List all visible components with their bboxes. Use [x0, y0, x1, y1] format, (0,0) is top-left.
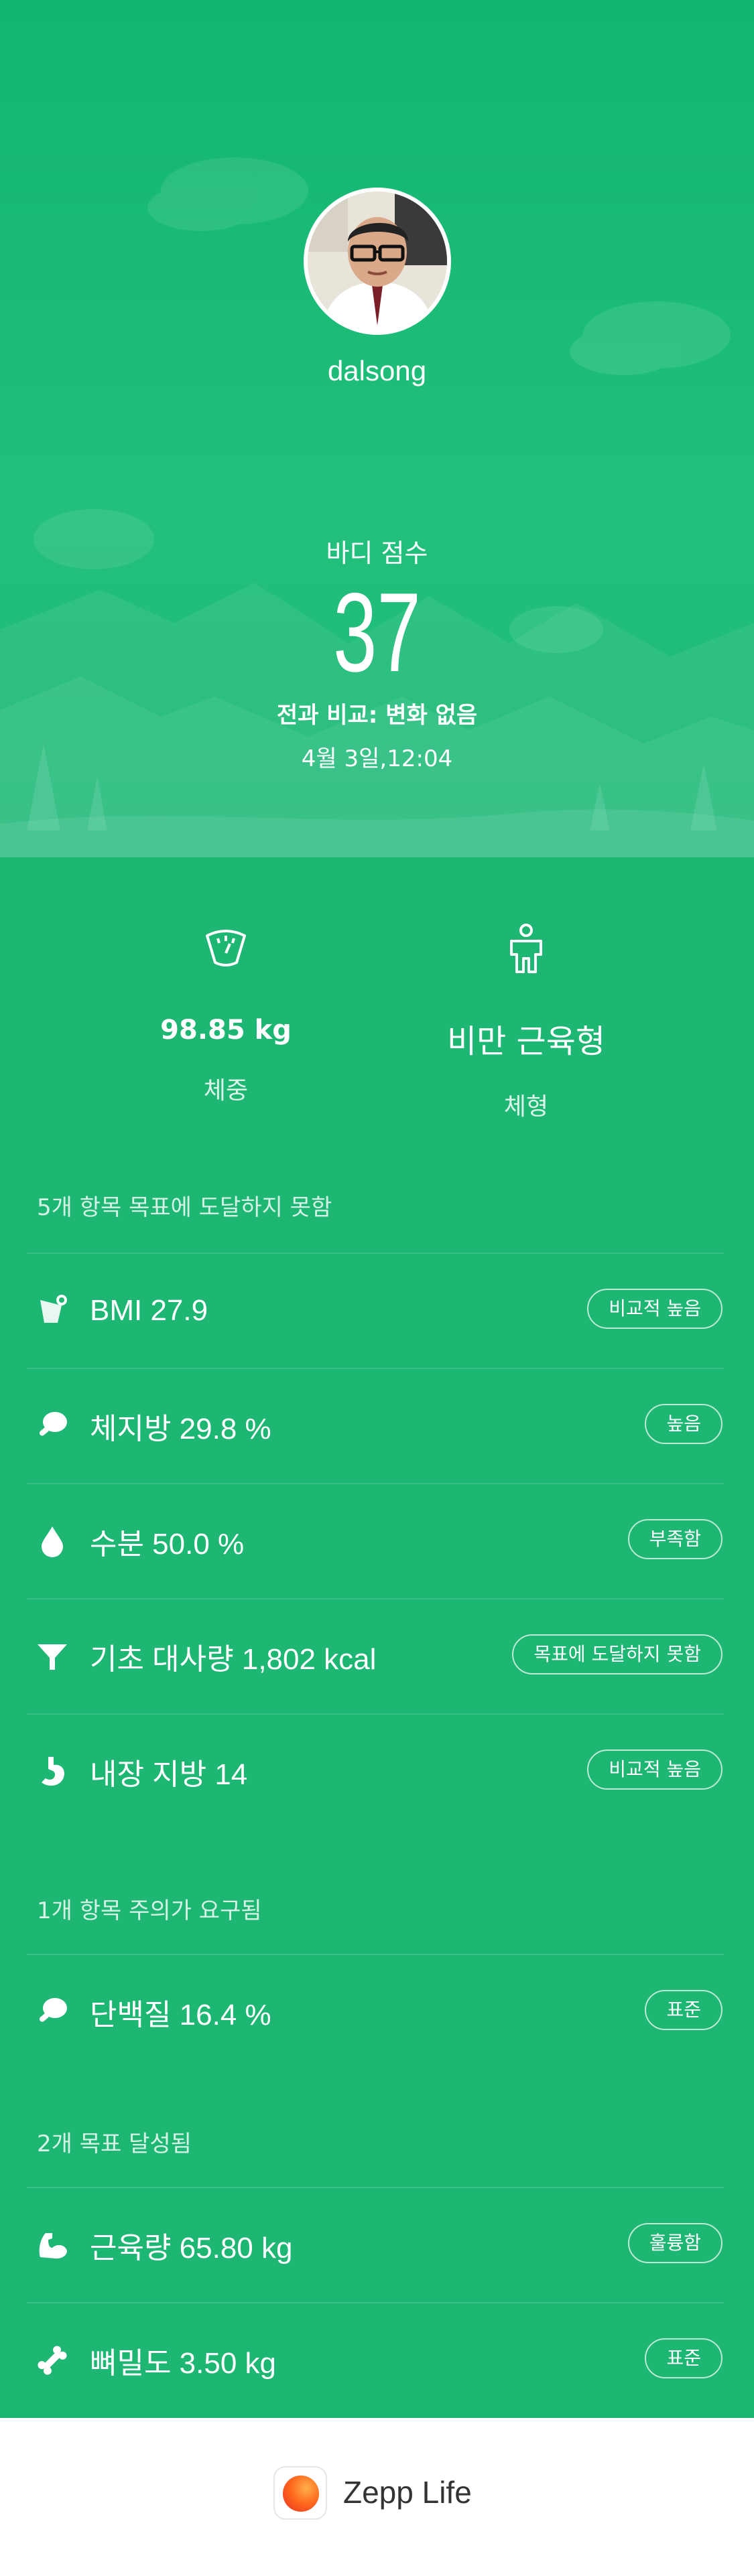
metric-row-bone[interactable]: 뼈밀도 3.50 kg 표준 — [27, 2302, 724, 2417]
achieved-section-title: 2개 목표 달성됨 — [37, 2131, 192, 2157]
metric-row-muscle[interactable]: 근육량 65.80 kg 훌륭함 — [27, 2187, 724, 2302]
body-figure-icon — [510, 924, 542, 973]
weight-caption: 체중 — [203, 1077, 249, 1104]
metric-label: BMI 27.9 — [90, 1294, 208, 1327]
body-score-value: 37 — [333, 569, 421, 695]
metric-label: 기초 대사량 1,802 kcal — [90, 1643, 377, 1676]
body-type-value: 비만 근육형 — [446, 1023, 606, 1060]
body-type-stat[interactable]: 비만 근육형 체형 — [392, 921, 660, 1122]
drumstick-icon — [32, 1992, 72, 2032]
body-composition-screen: dalsong 바디 점수 37 전과 비교: 변화 없음 4월 3일,12:0… — [0, 0, 754, 2576]
status-badge: 훌륭함 — [627, 2223, 722, 2263]
metric-label: 단백질 16.4 % — [90, 1999, 271, 2031]
metric-label: 내장 지방 14 — [90, 1758, 248, 1791]
attention-section-title: 1개 항목 주의가 요구됨 — [37, 1898, 262, 1924]
weight-value: 98.85 kg — [160, 1015, 292, 1046]
user-avatar[interactable] — [304, 188, 451, 335]
zepp-life-logo — [273, 2466, 327, 2520]
metric-row-water[interactable]: 수분 50.0 % 부족함 — [27, 1483, 724, 1598]
drumstick-icon — [32, 1406, 72, 1446]
funnel-icon — [32, 1636, 72, 1676]
metric-row-visceral-fat[interactable]: 내장 지방 14 비교적 높음 — [27, 1713, 724, 1829]
status-badge: 비교적 높음 — [587, 1289, 722, 1329]
status-badge: 표준 — [645, 1990, 722, 2030]
score-comparison: 전과 비교: 변화 없음 — [276, 702, 478, 729]
status-badge: 높음 — [645, 1404, 722, 1444]
status-badge: 비교적 높음 — [587, 1749, 722, 1790]
status-badge: 표준 — [645, 2338, 722, 2378]
footer: Zepp Life — [0, 2418, 754, 2576]
metric-row-bmi[interactable]: BMI 27.9 비교적 높음 — [27, 1253, 724, 1368]
score-header: dalsong 바디 점수 37 전과 비교: 변화 없음 4월 3일,12:0… — [0, 0, 754, 871]
avatar-photo — [308, 192, 447, 331]
not-reached-section-title: 5개 항목 목표에 도달하지 못함 — [37, 1194, 332, 1221]
metric-label: 수분 50.0 % — [90, 1528, 245, 1561]
body-score-label: 바디 점수 — [326, 539, 428, 568]
status-badge: 목표에 도달하지 못함 — [512, 1634, 722, 1674]
scale-icon — [206, 930, 246, 967]
brand-name: Zepp Life — [343, 2475, 472, 2510]
metric-row-body-fat[interactable]: 체지방 29.8 % 높음 — [27, 1368, 724, 1483]
metric-label: 뼈밀도 3.50 kg — [90, 2347, 276, 2380]
metrics-panel: 98.85 kg 체중 비만 근육형 체형 5개 항목 목표에 도달하지 못함 … — [0, 857, 754, 2418]
status-badge: 부족함 — [627, 1519, 722, 1559]
bmi-icon — [32, 1291, 72, 1331]
measurement-date: 4월 3일,12:04 — [301, 745, 453, 772]
water-drop-icon — [32, 1521, 72, 1561]
bone-icon — [32, 2340, 72, 2380]
username: dalsong — [327, 355, 427, 386]
muscle-arm-icon — [32, 2225, 72, 2265]
stomach-icon — [32, 1751, 72, 1792]
weight-stat[interactable]: 98.85 kg 체중 — [92, 921, 360, 1106]
body-type-caption: 체형 — [503, 1093, 549, 1121]
metric-label: 근육량 65.80 kg — [90, 2232, 293, 2265]
metric-row-bmr[interactable]: 기초 대사량 1,802 kcal 목표에 도달하지 못함 — [27, 1598, 724, 1713]
metric-row-protein[interactable]: 단백질 16.4 % 표준 — [27, 1954, 724, 2069]
metric-label: 체지방 29.8 % — [90, 1413, 271, 1445]
logo-mark — [283, 2476, 319, 2512]
